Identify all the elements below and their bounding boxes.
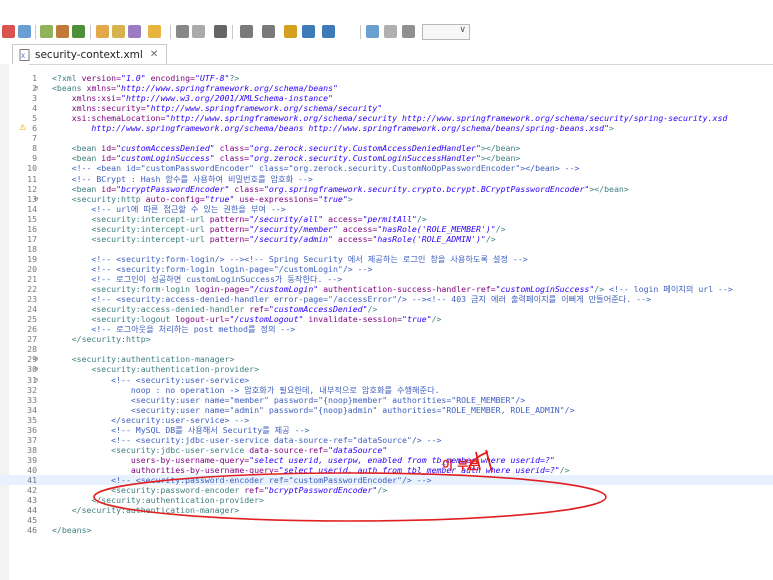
annotation-ellipse <box>93 472 607 522</box>
annotation-handwriting: 이 부분 <box>442 458 480 472</box>
annotation-overlay <box>93 449 607 522</box>
